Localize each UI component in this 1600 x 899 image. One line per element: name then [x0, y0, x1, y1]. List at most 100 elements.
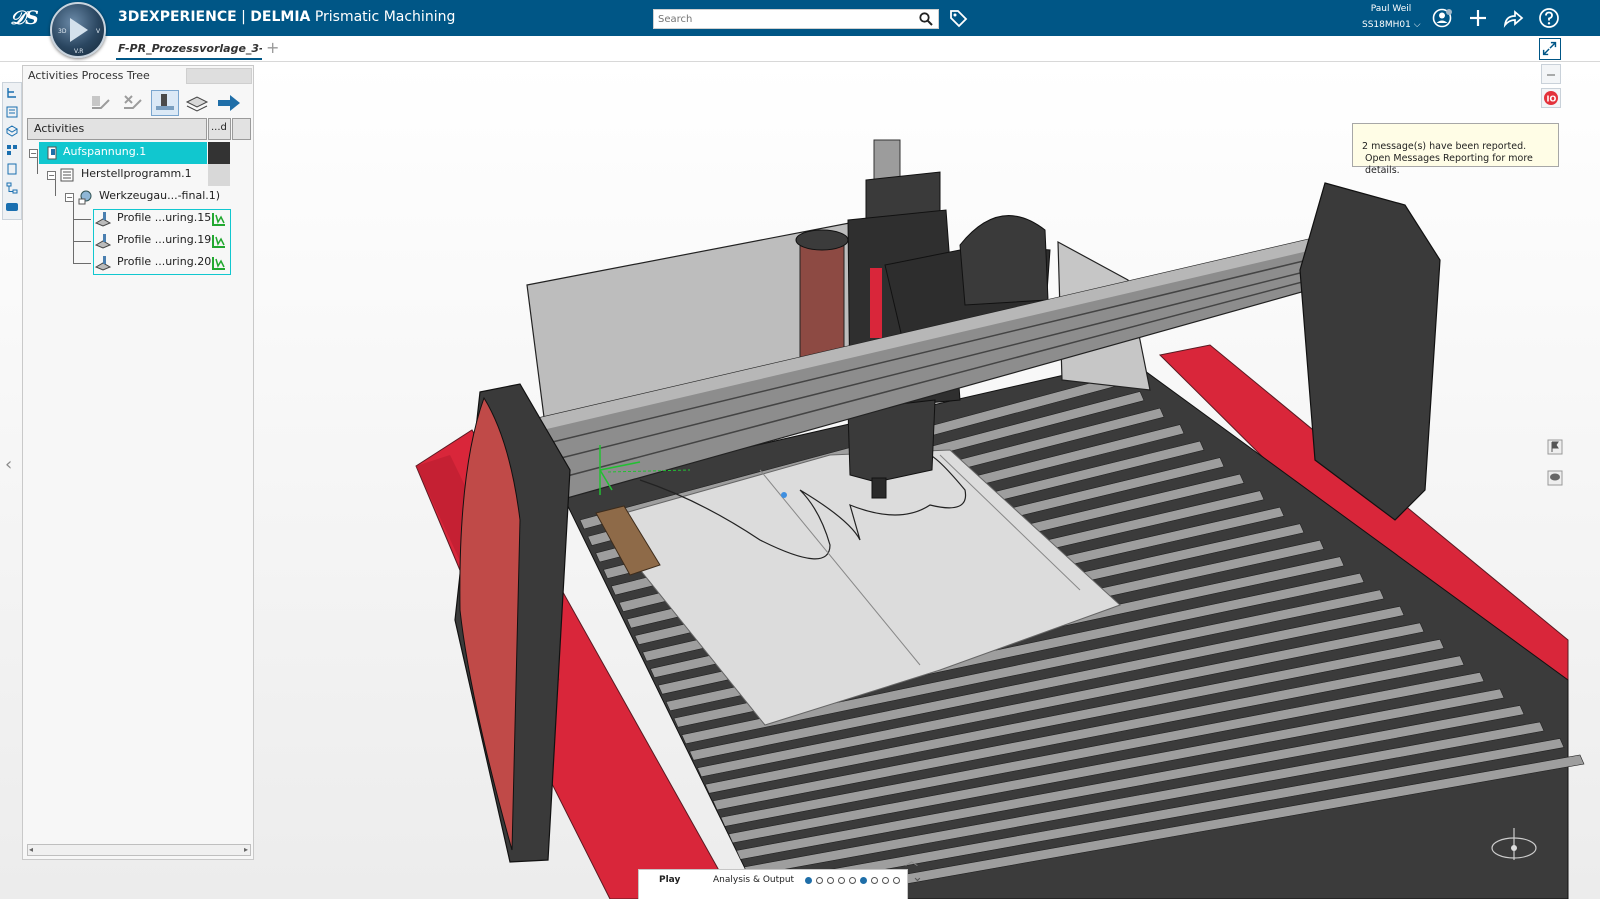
section-analysis-output[interactable]: Analysis & Output	[713, 875, 794, 885]
user-id[interactable]: SS18MH01 ⌵	[1362, 20, 1421, 30]
search-box[interactable]	[653, 9, 939, 29]
column-header-empty[interactable]	[232, 118, 251, 140]
user-icon[interactable]	[1432, 7, 1454, 29]
pager-dot[interactable]	[893, 877, 900, 884]
tree-header: Activities ...d	[27, 118, 251, 140]
panel-title-field[interactable]	[186, 68, 252, 84]
search-icon[interactable]	[919, 12, 933, 26]
tree-row-herstellprogramm[interactable]: − Herstellprogramm.1	[27, 164, 233, 186]
tree-row-label: Profile ...uring.19	[117, 233, 212, 246]
tree-row-label: Werkzeugau...-final.1)	[99, 189, 221, 202]
compass-widget[interactable]: 3D V V.R	[50, 2, 106, 58]
add-tab-button[interactable]: +	[266, 38, 279, 57]
help-icon[interactable]	[1538, 7, 1560, 29]
spindle-tube	[873, 139, 901, 181]
comment-icon[interactable]	[1546, 469, 1564, 487]
scroll-left-arrow-icon[interactable]: ◂	[29, 845, 33, 854]
collapse-toggle[interactable]: −	[47, 171, 56, 180]
insert-activity-icon	[92, 96, 110, 109]
resource-button[interactable]	[3, 121, 21, 140]
column-header-activities[interactable]: Activities	[27, 118, 207, 140]
tree-view-button[interactable]	[3, 83, 21, 102]
tab-document[interactable]: F-PR_Prozessvorlage_3-Ac	[116, 40, 262, 60]
pager-dot[interactable]	[871, 877, 878, 884]
tree-row-profile-20[interactable]: Profile ...uring.20	[27, 252, 233, 274]
status-cell	[208, 208, 230, 230]
plus-icon[interactable]	[1467, 7, 1489, 29]
pager-dot[interactable]	[827, 877, 834, 884]
tree-row-aufspannung[interactable]: − Aufspannung.1	[27, 142, 233, 164]
pager-dot[interactable]	[849, 877, 856, 884]
share-icon[interactable]	[1502, 7, 1524, 29]
tree-icon	[7, 87, 16, 98]
horizontal-scrollbar[interactable]: ◂ ▸	[27, 844, 251, 856]
collapse-toggle[interactable]: −	[65, 193, 74, 202]
tree-row-label: Profile ...uring.20	[117, 255, 212, 268]
collapse-down-chevron-icon[interactable]: ⌄	[912, 870, 923, 885]
structure-button[interactable]	[3, 178, 21, 197]
pager-dot[interactable]	[838, 877, 845, 884]
message-line-2: Open Messages Reporting for more details…	[1365, 153, 1533, 176]
collapse-panel-chevron-icon[interactable]: ‹	[5, 454, 12, 475]
play-icon	[70, 18, 88, 42]
computed-toolpath-icon	[212, 235, 225, 248]
left-toolbar	[2, 82, 22, 220]
setup-icon	[47, 146, 57, 160]
profile-contouring-icon	[95, 212, 111, 227]
tree-row-profile-15[interactable]: Profile ...uring.15	[27, 208, 233, 230]
machine-button[interactable]	[3, 197, 21, 216]
chevron-down-icon: ⌵	[1413, 20, 1421, 30]
profile-contouring-icon	[95, 256, 111, 271]
machining-operation-icon	[156, 94, 174, 110]
user-name[interactable]: Paul Weil	[1356, 4, 1426, 14]
column-header-d[interactable]: ...d	[208, 118, 231, 140]
list-view-button[interactable]	[3, 102, 21, 121]
messages-button[interactable]: IO	[1541, 88, 1561, 108]
title-separator: |	[236, 9, 251, 25]
tag-icon[interactable]	[948, 8, 968, 28]
pager-dot[interactable]	[805, 877, 812, 884]
section-play[interactable]: Play	[659, 875, 680, 885]
fullscreen-button[interactable]	[1539, 38, 1561, 60]
search-input[interactable]	[654, 10, 910, 28]
expand-up-chevron-icon[interactable]: ︿	[905, 850, 918, 869]
minimize-button[interactable]	[1541, 64, 1561, 84]
minus-icon	[1547, 74, 1555, 76]
3ds-logo-icon[interactable]: 𝒟S	[10, 6, 39, 30]
expand-icon	[1542, 41, 1557, 56]
pager-dot[interactable]	[816, 877, 823, 884]
insert-activity-button[interactable]	[87, 90, 115, 116]
orientation-compass-icon[interactable]	[1489, 824, 1539, 864]
collapse-toggle[interactable]: −	[29, 149, 38, 158]
cube-icon	[6, 124, 18, 137]
svg-text:IO: IO	[1547, 95, 1557, 104]
part-operation-button[interactable]	[183, 90, 211, 116]
document-icon	[7, 163, 17, 174]
flag-icon[interactable]	[1546, 438, 1564, 456]
profile-contouring-icon	[95, 234, 111, 249]
list-icon	[6, 106, 18, 117]
tree-row-label: Aufspannung.1	[63, 145, 147, 158]
top-bar: 𝒟S 3DEXPERIENCE | DELMIA Prismatic Machi…	[0, 0, 1600, 36]
remove-activity-button[interactable]	[119, 90, 147, 116]
tree-row-profile-19[interactable]: Profile ...uring.19	[27, 230, 233, 252]
tree-row-werkzeugaufnahme[interactable]: − Werkzeugau...-final.1)	[27, 186, 233, 208]
tab-bar: F-PR_Prozessvorlage_3-Ac +	[0, 36, 1600, 62]
next-button[interactable]	[215, 90, 243, 116]
pager-dot[interactable]	[882, 877, 889, 884]
computed-toolpath-icon	[212, 213, 225, 226]
scroll-right-arrow-icon[interactable]: ▸	[244, 845, 248, 854]
app-name: Prismatic Machining	[310, 9, 456, 25]
status-cell	[208, 142, 230, 164]
action-bar: Play Analysis & Output	[638, 869, 908, 899]
machining-operation-button[interactable]	[151, 90, 179, 116]
status-cell	[208, 230, 230, 252]
status-cell	[208, 252, 230, 274]
compass-label-right: V	[96, 28, 101, 35]
document-button[interactable]	[3, 159, 21, 178]
pager-dot[interactable]	[860, 877, 867, 884]
tool-point-marker	[781, 492, 787, 498]
grid-button[interactable]	[3, 140, 21, 159]
tree-row-label: Herstellprogramm.1	[81, 167, 192, 180]
messages-notification[interactable]: 2 message(s) have been reported. Open Me…	[1352, 123, 1559, 176]
